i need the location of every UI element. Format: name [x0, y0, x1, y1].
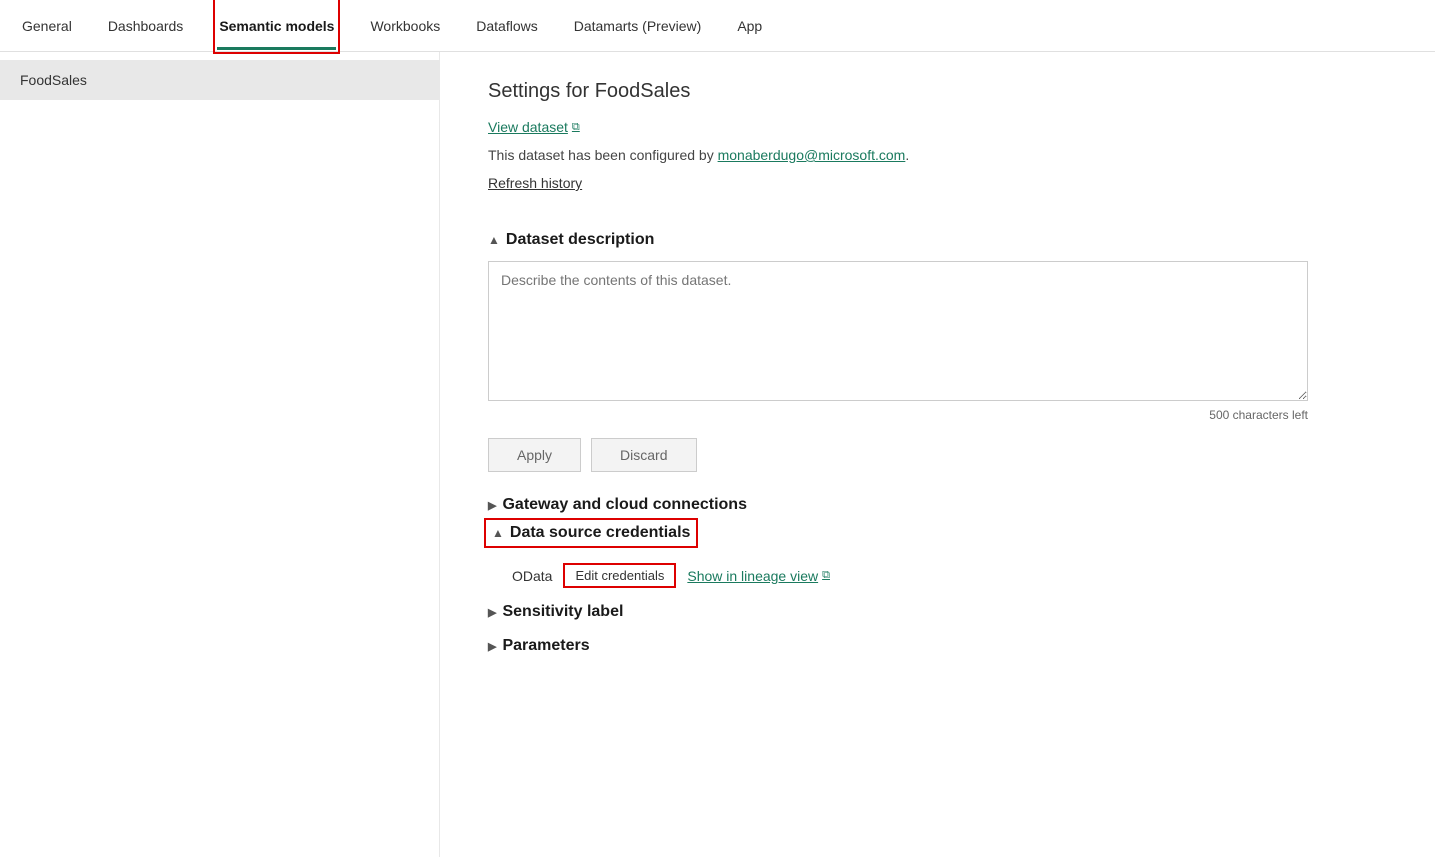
view-dataset-link[interactable]: View dataset ⧉ [488, 119, 580, 135]
discard-button[interactable]: Discard [591, 438, 696, 472]
sensitivity-label: Sensitivity label [502, 603, 623, 621]
show-lineage-label: Show in lineage view [687, 568, 818, 584]
odata-label: OData [512, 568, 552, 584]
show-lineage-link[interactable]: Show in lineage view ⧉ [687, 568, 830, 584]
sensitivity-section-header[interactable]: ▶ Sensitivity label [488, 603, 1387, 621]
top-nav: General Dashboards Semantic models Workb… [0, 0, 1435, 52]
edit-credentials-button[interactable]: Edit credentials [564, 564, 675, 587]
external-link-icon: ⧉ [572, 121, 580, 134]
nav-semantic-models[interactable]: Semantic models [217, 2, 336, 50]
nav-app[interactable]: App [735, 2, 764, 50]
sensitivity-triangle: ▶ [488, 606, 496, 619]
apply-button[interactable]: Apply [488, 438, 581, 472]
view-dataset-label: View dataset [488, 119, 568, 135]
sidebar: FoodSales [0, 52, 440, 857]
dataset-description-label: Dataset description [506, 231, 654, 249]
configured-email[interactable]: monaberdugo@microsoft.com [718, 147, 906, 163]
nav-general[interactable]: General [20, 2, 74, 50]
page-title: Settings for FoodSales [488, 80, 1387, 103]
gateway-triangle: ▶ [488, 499, 496, 512]
lineage-external-icon: ⧉ [822, 569, 830, 582]
datasource-header[interactable]: ▲ Data source credentials [488, 522, 694, 544]
datasource-label: Data source credentials [510, 524, 691, 542]
refresh-history-link[interactable]: Refresh history [488, 175, 582, 191]
gateway-label: Gateway and cloud connections [502, 496, 747, 514]
datasource-triangle: ▲ [492, 526, 504, 540]
odata-row: OData Edit credentials Show in lineage v… [512, 564, 1387, 587]
char-count: 500 characters left [488, 408, 1308, 422]
dataset-description-textarea[interactable] [488, 261, 1308, 401]
parameters-triangle: ▶ [488, 640, 496, 653]
parameters-label: Parameters [502, 637, 589, 655]
dataset-description-triangle: ▲ [488, 233, 500, 247]
nav-dashboards[interactable]: Dashboards [106, 2, 186, 50]
nav-workbooks[interactable]: Workbooks [368, 2, 442, 50]
datasource-credentials-section: ▲ Data source credentials OData Edit cre… [488, 522, 1387, 587]
action-buttons: Apply Discard [488, 438, 1387, 472]
configured-by-text: This dataset has been configured by mona… [488, 147, 1387, 163]
nav-dataflows[interactable]: Dataflows [474, 2, 539, 50]
main-content: Settings for FoodSales View dataset ⧉ Th… [440, 52, 1435, 857]
main-layout: FoodSales Settings for FoodSales View da… [0, 52, 1435, 857]
dataset-description-header[interactable]: ▲ Dataset description [488, 231, 1387, 249]
gateway-section-header[interactable]: ▶ Gateway and cloud connections [488, 496, 1387, 514]
nav-datamarts[interactable]: Datamarts (Preview) [572, 2, 704, 50]
sidebar-item-foodsales[interactable]: FoodSales [0, 60, 439, 100]
parameters-section-header[interactable]: ▶ Parameters [488, 637, 1387, 655]
